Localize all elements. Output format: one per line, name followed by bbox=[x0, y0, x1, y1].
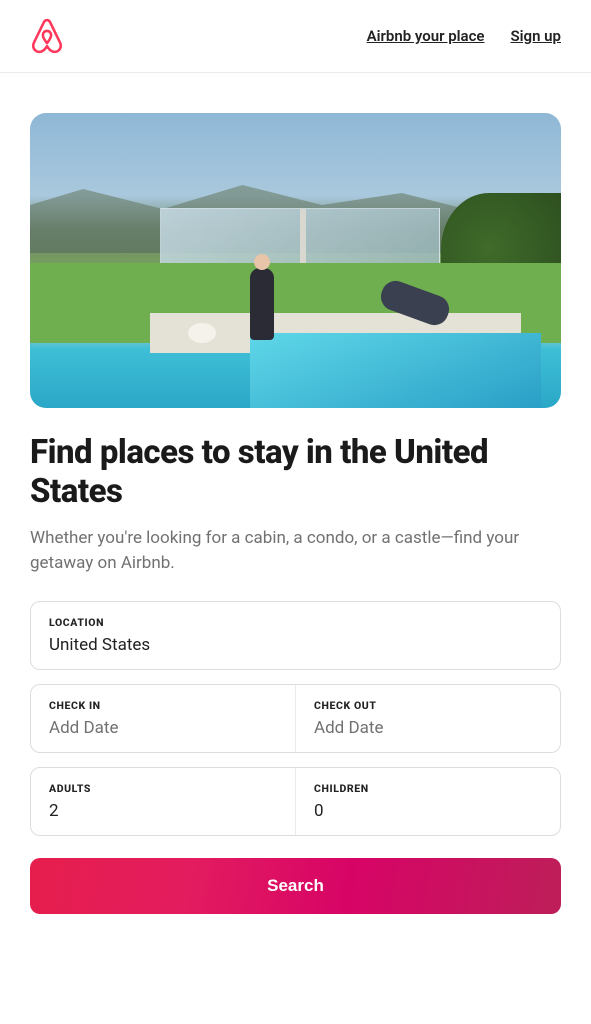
check-out-value: Add Date bbox=[314, 718, 542, 738]
host-link[interactable]: Airbnb your place bbox=[367, 27, 485, 45]
page-subtitle: Whether you're looking for a cabin, a co… bbox=[30, 526, 561, 575]
guests-row: ADULTS 2 CHILDREN 0 bbox=[30, 767, 561, 836]
check-in-value: Add Date bbox=[49, 718, 277, 738]
location-field[interactable]: LOCATION United States bbox=[30, 601, 561, 670]
airbnb-logo-icon[interactable] bbox=[30, 18, 64, 54]
dates-row: CHECK IN Add Date CHECK OUT Add Date bbox=[30, 684, 561, 753]
children-value: 0 bbox=[314, 801, 542, 821]
site-header: Airbnb your place Sign up bbox=[0, 0, 591, 73]
adults-value: 2 bbox=[49, 801, 277, 821]
main-content: Find places to stay in the United States… bbox=[0, 73, 591, 934]
header-nav: Airbnb your place Sign up bbox=[367, 27, 561, 45]
check-out-label: CHECK OUT bbox=[314, 699, 542, 712]
search-form: LOCATION United States CHECK IN Add Date… bbox=[30, 601, 561, 914]
signup-link[interactable]: Sign up bbox=[510, 27, 561, 45]
children-label: CHILDREN bbox=[314, 782, 542, 795]
location-value: United States bbox=[49, 635, 542, 655]
search-button[interactable]: Search bbox=[30, 858, 561, 914]
children-field[interactable]: CHILDREN 0 bbox=[295, 768, 560, 835]
location-label: LOCATION bbox=[49, 616, 542, 629]
hero-image bbox=[30, 113, 561, 408]
adults-field[interactable]: ADULTS 2 bbox=[31, 768, 295, 835]
check-out-field[interactable]: CHECK OUT Add Date bbox=[295, 685, 560, 752]
check-in-field[interactable]: CHECK IN Add Date bbox=[31, 685, 295, 752]
check-in-label: CHECK IN bbox=[49, 699, 277, 712]
page-title: Find places to stay in the United States bbox=[30, 434, 561, 512]
adults-label: ADULTS bbox=[49, 782, 277, 795]
